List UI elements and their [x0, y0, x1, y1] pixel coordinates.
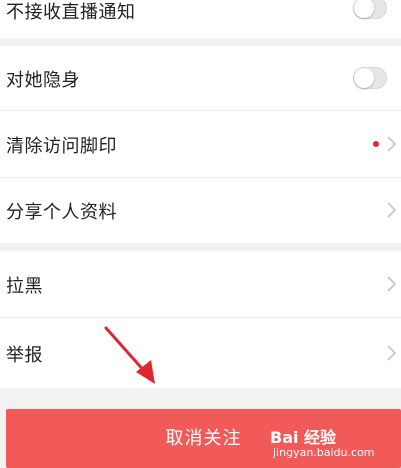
row-report[interactable]: 举报 [0, 318, 401, 388]
settings-group-3: 拉黑 举报 [0, 251, 401, 388]
baidu-jingyan-watermark: Bai 经验 jingyan.baidu.com [270, 424, 394, 464]
notification-dot [373, 141, 379, 147]
row-label: 分享个人资料 [6, 202, 117, 223]
chevron-right-icon [387, 136, 397, 152]
row-clear-visit-footprints[interactable]: 清除访问脚印 [0, 111, 401, 177]
chevron-right-icon [387, 276, 397, 292]
row-hide-from-her[interactable]: 对她隐身 [0, 46, 401, 110]
row-share-profile[interactable]: 分享个人资料 [0, 178, 401, 243]
row-label: 举报 [6, 345, 43, 366]
row-label: 拉黑 [6, 276, 43, 297]
row-label: 清除访问脚印 [6, 136, 117, 157]
chevron-right-icon [387, 345, 397, 361]
watermark-url: jingyan.baidu.com [273, 446, 375, 459]
chevron-right-icon [387, 202, 397, 218]
row-disable-live-notifications[interactable]: 不接收直播通知 [0, 0, 401, 38]
row-label: 不接收直播通知 [6, 2, 136, 23]
live-notification-toggle[interactable] [353, 0, 387, 19]
toggle-knob [354, 0, 374, 18]
settings-group-1: 不接收直播通知 [0, 0, 401, 38]
row-label: 对她隐身 [6, 70, 80, 91]
watermark-brand: Bai 经验 [270, 428, 337, 447]
row-block[interactable]: 拉黑 [0, 251, 401, 317]
hide-from-her-toggle[interactable] [353, 67, 387, 89]
settings-group-2: 对她隐身 清除访问脚印 分享个人资料 [0, 46, 401, 243]
toggle-knob [354, 68, 374, 88]
